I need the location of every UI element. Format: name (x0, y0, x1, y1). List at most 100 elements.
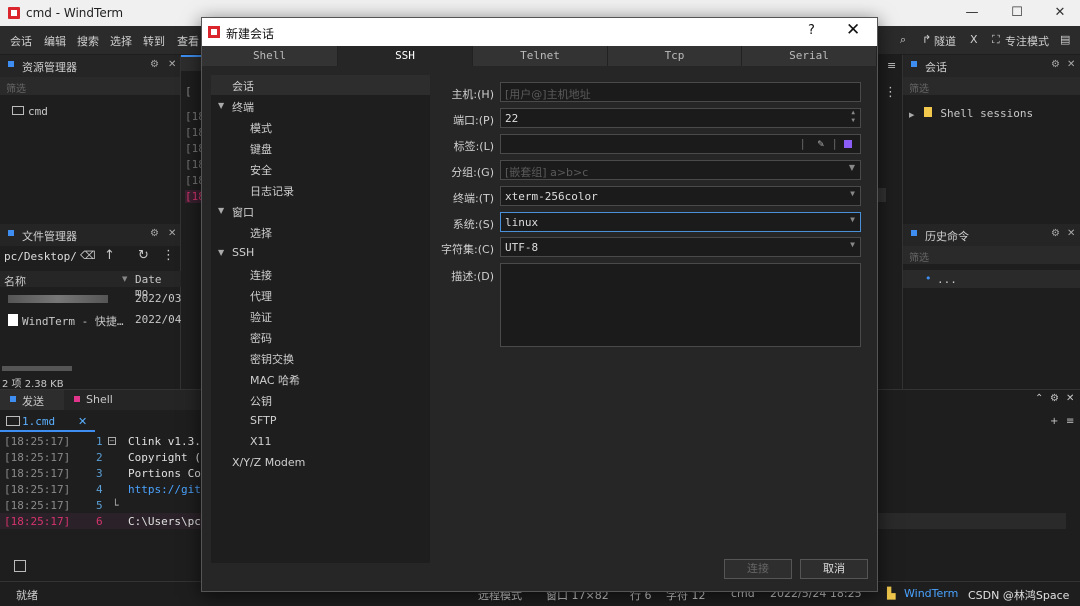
tunnel-button[interactable]: 隧道 (934, 33, 956, 49)
host-input[interactable]: [用户@]主机地址 (500, 82, 861, 102)
settings-icon[interactable]: ⚙ (1051, 228, 1060, 239)
color-swatch-icon[interactable] (844, 140, 852, 148)
description-textarea[interactable] (500, 263, 861, 347)
dialog-close-button[interactable]: ✕ (846, 20, 860, 40)
resource-filter-input[interactable]: 筛选 (0, 77, 180, 95)
clear-path-icon[interactable]: ⌫ (80, 249, 96, 262)
more-icon[interactable]: ⋮ (884, 85, 897, 100)
add-icon[interactable]: + (1050, 416, 1058, 427)
tree-item-kex[interactable]: 密钥交换 (250, 351, 294, 367)
panel-marker-icon (911, 61, 917, 67)
focus-mode-icon[interactable]: ⛶ (992, 33, 1000, 47)
editor-tab[interactable] (181, 55, 203, 71)
tab-serial[interactable]: Serial (742, 46, 877, 66)
tree-item-sftp[interactable]: SFTP (250, 414, 276, 427)
tree-item-logging[interactable]: 日志记录 (250, 183, 294, 199)
tree-item-modem[interactable]: X/Y/Z Modem (232, 456, 305, 469)
connect-button[interactable]: 连接 (724, 559, 792, 579)
tab-ssh[interactable]: SSH (338, 46, 473, 66)
expand-caret-icon[interactable]: ▼ (218, 248, 224, 257)
tag-input[interactable]: | ✎ | (500, 134, 861, 154)
tree-item-selection[interactable]: 选择 (250, 225, 272, 241)
tab-send[interactable]: 发送 (0, 390, 64, 410)
close-window-button[interactable]: ✕ (1040, 2, 1080, 24)
horizontal-scrollbar[interactable] (2, 366, 72, 371)
tree-item-x11[interactable]: X11 (250, 435, 272, 448)
history-filter-input[interactable]: 筛选 (903, 246, 1080, 264)
tab-telnet[interactable]: Telnet (473, 46, 608, 66)
minimize-button[interactable]: — (952, 2, 992, 24)
tree-item-terminal[interactable]: 终端 (232, 99, 254, 115)
up-arrow-icon[interactable]: ↑ (104, 248, 115, 263)
terminal-output[interactable]: [18:25:17] 1 − Clink v1.3. [18:25:17] 2 … (0, 433, 203, 533)
tree-item-security[interactable]: 安全 (250, 162, 272, 178)
search-icon[interactable]: ⌕ (900, 33, 906, 47)
settings-icon[interactable]: ⚙ (150, 59, 159, 70)
help-button[interactable]: ? (808, 23, 815, 38)
terminal-type-select[interactable]: xterm-256color ▼ (500, 186, 861, 206)
tree-item-proxy[interactable]: 代理 (250, 288, 272, 304)
cancel-button[interactable]: 取消 (800, 559, 868, 579)
status-brand[interactable]: WindTerm (904, 587, 958, 600)
menu-search[interactable]: 搜索 (77, 33, 99, 49)
settings-icon[interactable]: ⚙ (150, 228, 159, 239)
group-select[interactable]: [嵌套组] a>b>c ▼ (500, 160, 861, 180)
settings-icon[interactable]: ⚙ (1051, 59, 1060, 70)
scroll-thumb[interactable] (878, 188, 886, 202)
tunnel-icon[interactable]: ↱ (922, 33, 931, 46)
menu-goto[interactable]: 转到 (143, 33, 165, 49)
tab-shell[interactable]: Shell (202, 46, 338, 66)
tree-item-connection[interactable]: 连接 (250, 267, 272, 283)
edit-icon[interactable]: ✎ (817, 137, 824, 150)
settings-icon[interactable]: ⚙ (1050, 393, 1059, 404)
path-field[interactable]: pc/Desktop/ (4, 250, 77, 263)
fold-icon[interactable]: − (108, 437, 116, 445)
port-stepper[interactable]: 22 ▲ ▼ (500, 108, 861, 128)
stepper-arrows-icon[interactable]: ▲ ▼ (851, 109, 855, 125)
tree-item-session[interactable]: 会话 (211, 75, 430, 95)
file-icon (8, 314, 18, 326)
menu-lines-icon[interactable]: ≡ (1066, 416, 1074, 427)
maximize-button[interactable]: ☐ (997, 2, 1037, 24)
refresh-icon[interactable]: ↻ (138, 248, 149, 263)
tree-item-mode[interactable]: 模式 (250, 120, 272, 136)
menu-lines-icon[interactable]: ≡ (887, 59, 896, 72)
menu-select[interactable]: 选择 (110, 33, 132, 49)
focus-mode-button[interactable]: 专注模式 (1005, 33, 1049, 49)
session-filter-input[interactable]: 筛选 (903, 77, 1080, 95)
close-icon[interactable]: ✕ (1066, 393, 1074, 404)
expand-caret-icon[interactable]: ▼ (218, 206, 224, 215)
menu-edit[interactable]: 编辑 (44, 33, 66, 49)
table-row[interactable]: WindTerm - 快捷… 2022/04 (0, 312, 181, 328)
close-tab-icon[interactable]: ✕ (78, 415, 87, 428)
close-icon[interactable]: ✕ (168, 228, 176, 239)
table-row[interactable]: 2022/03 (0, 291, 181, 307)
list-item[interactable]: • ... (903, 270, 1080, 288)
tree-item-mac[interactable]: MAC 哈希 (250, 372, 300, 388)
system-select[interactable]: linux ▼ (500, 212, 861, 232)
tree-item-keyboard[interactable]: 键盘 (250, 141, 272, 157)
close-icon[interactable]: ✕ (1067, 228, 1075, 239)
tab-terminal[interactable]: 1.cmd ✕ (0, 412, 95, 432)
menu-session[interactable]: 会话 (10, 33, 32, 49)
list-item[interactable]: cmd (12, 105, 48, 118)
tab-tcp[interactable]: Tcp (608, 46, 742, 66)
tree-item-shell-sessions[interactable]: ▶ Shell sessions (909, 107, 1033, 120)
expand-caret-icon[interactable]: ▼ (218, 101, 224, 110)
collapse-icon[interactable]: ⌃ (1035, 393, 1043, 404)
tree-item-auth[interactable]: 验证 (250, 309, 272, 325)
tab-shell[interactable]: Shell (66, 390, 136, 410)
tree-item-ssh[interactable]: SSH (232, 246, 254, 259)
tree-item-cipher[interactable]: 密码 (250, 330, 272, 346)
more-icon[interactable]: ⋮ (162, 248, 175, 263)
tree-item-window[interactable]: 窗口 (232, 204, 254, 220)
charset-select[interactable]: UTF-8 ▼ (500, 237, 861, 257)
terminal-icon[interactable] (14, 560, 26, 572)
x-icon[interactable]: X (970, 33, 978, 46)
tree-item-pubkey[interactable]: 公钥 (250, 393, 272, 409)
col-name[interactable]: 名称 (4, 273, 26, 289)
close-icon[interactable]: ✕ (168, 59, 176, 70)
close-icon[interactable]: ✕ (1067, 59, 1075, 70)
menu-view[interactable]: 查看 (177, 33, 199, 49)
layout-icon[interactable]: ▤ (1060, 33, 1070, 46)
